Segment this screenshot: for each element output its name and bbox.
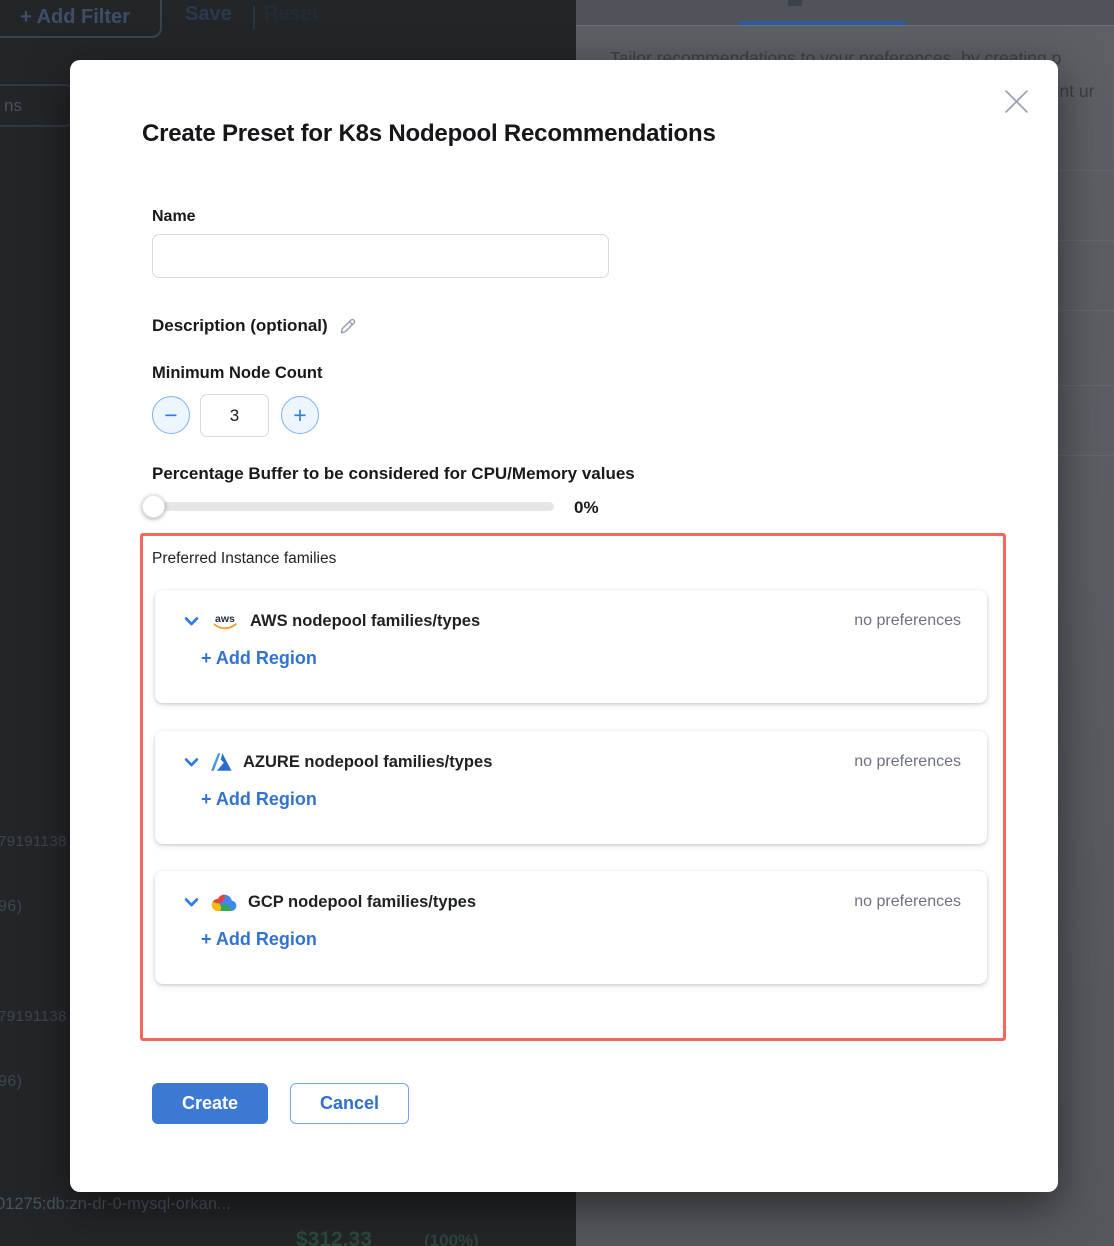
cost-percent-fragment: (100%) [424,1231,479,1246]
buffer-value: 0% [574,498,599,518]
add-filter-label: + Add Filter [20,6,130,29]
reset-button[interactable]: Reset [264,3,318,26]
gcp-icon [211,892,237,912]
buffer-slider-thumb[interactable] [142,495,165,518]
provider-card-label: GCP nodepool families/types [248,893,476,912]
create-button[interactable]: Create [152,1083,268,1124]
background-chip-label: ns [4,96,22,116]
table-row-fragment: 96) [0,898,22,916]
add-region-button[interactable]: + Add Region [201,648,317,669]
min-node-count-label: Minimum Node Count [152,364,322,383]
provider-status: no preferences [854,893,961,911]
aws-icon: aws [211,612,239,631]
close-icon[interactable] [1003,88,1030,115]
description-label: Description (optional) [152,316,328,336]
buffer-slider-track[interactable] [154,502,554,511]
provider-card-label: AWS nodepool families/types [250,612,480,631]
screen: + Add Filter Save Reset ns 79191138 96) … [0,0,1114,1246]
tab-label-fragment [788,0,802,6]
preferred-families-label: Preferred Instance families [152,550,336,568]
background-chip: ns [0,84,74,127]
provider-card-label: AZURE nodepool families/types [243,753,492,772]
toolbar-divider [253,6,255,30]
chevron-down-icon[interactable] [183,754,200,771]
provider-card-azure: AZURE nodepool families/types no prefere… [155,731,987,844]
table-row-fragment: 79191138 [0,1008,67,1025]
cancel-button[interactable]: Cancel [290,1083,409,1124]
table-row-fragment: 01275:db:zn-dr-0-mysql-orkan... [0,1195,231,1214]
table-row-fragment: 79191138 [0,833,67,850]
chevron-down-icon[interactable] [183,894,200,911]
edit-pencil-icon[interactable] [338,316,358,336]
svg-text:aws: aws [215,613,235,625]
azure-icon [211,753,232,772]
add-filter-button[interactable]: + Add Filter [0,0,162,38]
increment-button[interactable]: + [281,396,319,434]
provider-status: no preferences [854,612,961,630]
create-preset-dialog: Create Preset for K8s Nodepool Recommend… [70,60,1058,1192]
buffer-label: Percentage Buffer to be considered for C… [152,464,635,484]
dialog-title: Create Preset for K8s Nodepool Recommend… [142,120,716,148]
active-tab-indicator [738,21,906,25]
node-count-input[interactable] [200,394,269,437]
provider-status: no preferences [854,753,961,771]
save-button[interactable]: Save [185,3,232,26]
provider-card-aws: aws AWS nodepool families/types no prefe… [155,590,987,703]
chevron-down-icon[interactable] [183,613,200,630]
decrement-button[interactable]: − [152,396,190,434]
name-label: Name [152,208,196,226]
add-region-button[interactable]: + Add Region [201,789,317,810]
name-input[interactable] [152,234,609,278]
cost-value-fragment: $312.33 [296,1228,372,1246]
table-row-fragment: 96) [0,1073,22,1091]
provider-card-gcp: GCP nodepool families/types no preferenc… [155,871,987,984]
add-region-button[interactable]: + Add Region [201,929,317,950]
